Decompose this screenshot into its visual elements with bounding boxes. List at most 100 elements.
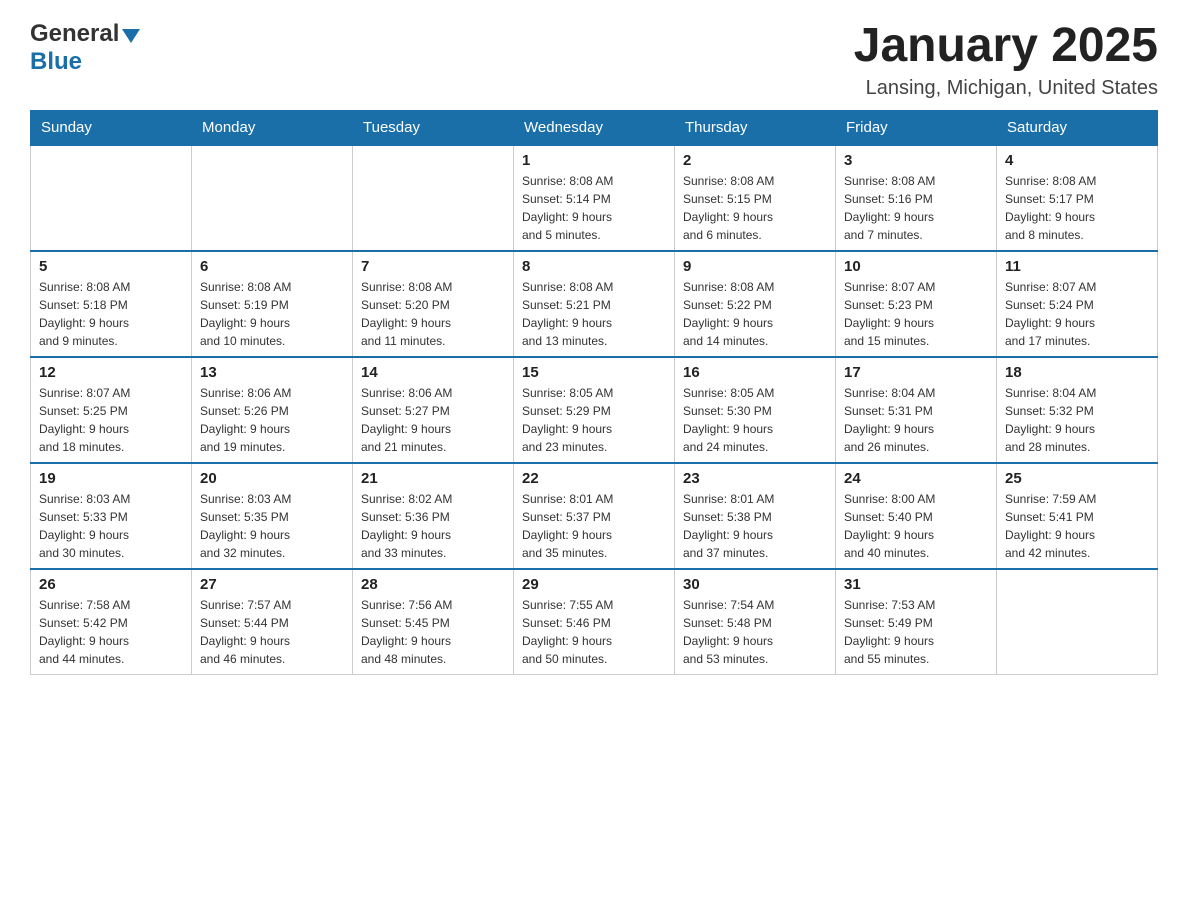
calendar-cell: 20 Sunrise: 8:03 AM Sunset: 5:35 PM Dayli… — [192, 463, 353, 569]
day-number: 6 — [200, 258, 344, 275]
calendar-cell: 19 Sunrise: 8:03 AM Sunset: 5:33 PM Dayli… — [31, 463, 192, 569]
calendar-cell: 4 Sunrise: 8:08 AM Sunset: 5:17 PM Daylig… — [997, 145, 1158, 251]
calendar-cell: 10 Sunrise: 8:07 AM Sunset: 5:23 PM Dayli… — [836, 251, 997, 357]
logo-blue-text: Blue — [30, 48, 82, 76]
calendar-cell: 17 Sunrise: 8:04 AM Sunset: 5:31 PM Dayli… — [836, 357, 997, 463]
day-info: Sunrise: 8:07 AM Sunset: 5:25 PM Dayligh… — [39, 384, 183, 456]
day-info: Sunrise: 7:58 AM Sunset: 5:42 PM Dayligh… — [39, 596, 183, 668]
calendar-cell: 14 Sunrise: 8:06 AM Sunset: 5:27 PM Dayli… — [353, 357, 514, 463]
day-number: 20 — [200, 470, 344, 487]
day-number: 9 — [683, 258, 827, 275]
day-number: 8 — [522, 258, 666, 275]
calendar-cell: 23Sunrise: 8:01 AM Sunset: 5:38 PM Dayli… — [675, 463, 836, 569]
day-info: Sunrise: 8:02 AM Sunset: 5:36 PM Dayligh… — [361, 490, 505, 562]
day-number: 17 — [844, 364, 988, 381]
day-number: 7 — [361, 258, 505, 275]
day-info: Sunrise: 7:53 AM Sunset: 5:49 PM Dayligh… — [844, 596, 988, 668]
weekday-header-friday: Friday — [836, 110, 997, 145]
day-info: Sunrise: 8:04 AM Sunset: 5:31 PM Dayligh… — [844, 384, 988, 456]
calendar-cell: 28 Sunrise: 7:56 AM Sunset: 5:45 PM Dayli… — [353, 569, 514, 675]
calendar-cell: 3Sunrise: 8:08 AM Sunset: 5:16 PM Daylig… — [836, 145, 997, 251]
weekday-header-wednesday: Wednesday — [514, 110, 675, 145]
day-number: 23 — [683, 470, 827, 487]
day-number: 12 — [39, 364, 183, 381]
calendar-cell: 13Sunrise: 8:06 AM Sunset: 5:26 PM Dayli… — [192, 357, 353, 463]
day-info: Sunrise: 8:08 AM Sunset: 5:20 PM Dayligh… — [361, 278, 505, 350]
day-number: 22 — [522, 470, 666, 487]
title-block: January 2025 Lansing, Michigan, United S… — [854, 20, 1158, 100]
day-info: Sunrise: 8:08 AM Sunset: 5:14 PM Dayligh… — [522, 172, 666, 244]
calendar-cell: 6Sunrise: 8:08 AM Sunset: 5:19 PM Daylig… — [192, 251, 353, 357]
day-info: Sunrise: 8:04 AM Sunset: 5:32 PM Dayligh… — [1005, 384, 1149, 456]
month-title: January 2025 — [854, 20, 1158, 73]
day-number: 16 — [683, 364, 827, 381]
day-info: Sunrise: 8:05 AM Sunset: 5:29 PM Dayligh… — [522, 384, 666, 456]
day-number: 14 — [361, 364, 505, 381]
calendar-cell: 9 Sunrise: 8:08 AM Sunset: 5:22 PM Daylig… — [675, 251, 836, 357]
day-info: Sunrise: 8:07 AM Sunset: 5:24 PM Dayligh… — [1005, 278, 1149, 350]
day-number: 1 — [522, 152, 666, 169]
day-info: Sunrise: 8:08 AM Sunset: 5:17 PM Dayligh… — [1005, 172, 1149, 244]
day-info: Sunrise: 8:05 AM Sunset: 5:30 PM Dayligh… — [683, 384, 827, 456]
day-number: 4 — [1005, 152, 1149, 169]
day-number: 26 — [39, 576, 183, 593]
calendar-cell: 21 Sunrise: 8:02 AM Sunset: 5:36 PM Dayli… — [353, 463, 514, 569]
day-info: Sunrise: 8:00 AM Sunset: 5:40 PM Dayligh… — [844, 490, 988, 562]
calendar-week-1: 1 Sunrise: 8:08 AM Sunset: 5:14 PM Daylig… — [31, 145, 1158, 251]
logo-general-text: General — [30, 20, 119, 48]
day-number: 11 — [1005, 258, 1149, 275]
day-number: 27 — [200, 576, 344, 593]
calendar-cell: 8 Sunrise: 8:08 AM Sunset: 5:21 PM Daylig… — [514, 251, 675, 357]
calendar-cell: 31Sunrise: 7:53 AM Sunset: 5:49 PM Dayli… — [836, 569, 997, 675]
day-info: Sunrise: 8:08 AM Sunset: 5:22 PM Dayligh… — [683, 278, 827, 350]
day-number: 25 — [1005, 470, 1149, 487]
day-number: 28 — [361, 576, 505, 593]
calendar-cell: 22 Sunrise: 8:01 AM Sunset: 5:37 PM Dayli… — [514, 463, 675, 569]
location-subtitle: Lansing, Michigan, United States — [854, 77, 1158, 100]
day-number: 5 — [39, 258, 183, 275]
day-info: Sunrise: 7:54 AM Sunset: 5:48 PM Dayligh… — [683, 596, 827, 668]
day-number: 19 — [39, 470, 183, 487]
day-info: Sunrise: 7:56 AM Sunset: 5:45 PM Dayligh… — [361, 596, 505, 668]
day-info: Sunrise: 8:03 AM Sunset: 5:35 PM Dayligh… — [200, 490, 344, 562]
calendar-cell: 1 Sunrise: 8:08 AM Sunset: 5:14 PM Daylig… — [514, 145, 675, 251]
calendar-cell: 18 Sunrise: 8:04 AM Sunset: 5:32 PM Dayli… — [997, 357, 1158, 463]
weekday-header-monday: Monday — [192, 110, 353, 145]
logo: General Blue — [30, 20, 140, 76]
day-info: Sunrise: 8:03 AM Sunset: 5:33 PM Dayligh… — [39, 490, 183, 562]
calendar-cell: 11 Sunrise: 8:07 AM Sunset: 5:24 PM Dayli… — [997, 251, 1158, 357]
calendar-table: SundayMondayTuesdayWednesdayThursdayFrid… — [30, 110, 1158, 675]
calendar-cell — [997, 569, 1158, 675]
weekday-header-row: SundayMondayTuesdayWednesdayThursdayFrid… — [31, 110, 1158, 145]
calendar-cell: 25Sunrise: 7:59 AM Sunset: 5:41 PM Dayli… — [997, 463, 1158, 569]
day-number: 18 — [1005, 364, 1149, 381]
weekday-header-tuesday: Tuesday — [353, 110, 514, 145]
day-info: Sunrise: 8:06 AM Sunset: 5:27 PM Dayligh… — [361, 384, 505, 456]
calendar-cell: 7 Sunrise: 8:08 AM Sunset: 5:20 PM Daylig… — [353, 251, 514, 357]
day-info: Sunrise: 8:08 AM Sunset: 5:21 PM Dayligh… — [522, 278, 666, 350]
day-number: 2 — [683, 152, 827, 169]
calendar-week-3: 12 Sunrise: 8:07 AM Sunset: 5:25 PM Dayli… — [31, 357, 1158, 463]
calendar-week-4: 19 Sunrise: 8:03 AM Sunset: 5:33 PM Dayli… — [31, 463, 1158, 569]
logo-triangle-icon — [122, 29, 140, 43]
day-number: 24 — [844, 470, 988, 487]
day-info: Sunrise: 7:55 AM Sunset: 5:46 PM Dayligh… — [522, 596, 666, 668]
calendar-cell: 5 Sunrise: 8:08 AM Sunset: 5:18 PM Daylig… — [31, 251, 192, 357]
calendar-cell: 24 Sunrise: 8:00 AM Sunset: 5:40 PM Dayli… — [836, 463, 997, 569]
calendar-cell: 15Sunrise: 8:05 AM Sunset: 5:29 PM Dayli… — [514, 357, 675, 463]
day-number: 21 — [361, 470, 505, 487]
calendar-cell — [192, 145, 353, 251]
day-number: 10 — [844, 258, 988, 275]
day-info: Sunrise: 8:08 AM Sunset: 5:15 PM Dayligh… — [683, 172, 827, 244]
calendar-cell: 12 Sunrise: 8:07 AM Sunset: 5:25 PM Dayli… — [31, 357, 192, 463]
day-info: Sunrise: 8:08 AM Sunset: 5:18 PM Dayligh… — [39, 278, 183, 350]
calendar-cell: 27Sunrise: 7:57 AM Sunset: 5:44 PM Dayli… — [192, 569, 353, 675]
weekday-header-saturday: Saturday — [997, 110, 1158, 145]
day-number: 30 — [683, 576, 827, 593]
day-info: Sunrise: 8:08 AM Sunset: 5:16 PM Dayligh… — [844, 172, 988, 244]
day-info: Sunrise: 8:07 AM Sunset: 5:23 PM Dayligh… — [844, 278, 988, 350]
day-info: Sunrise: 8:01 AM Sunset: 5:37 PM Dayligh… — [522, 490, 666, 562]
calendar-cell: 26 Sunrise: 7:58 AM Sunset: 5:42 PM Dayli… — [31, 569, 192, 675]
day-number: 29 — [522, 576, 666, 593]
weekday-header-thursday: Thursday — [675, 110, 836, 145]
